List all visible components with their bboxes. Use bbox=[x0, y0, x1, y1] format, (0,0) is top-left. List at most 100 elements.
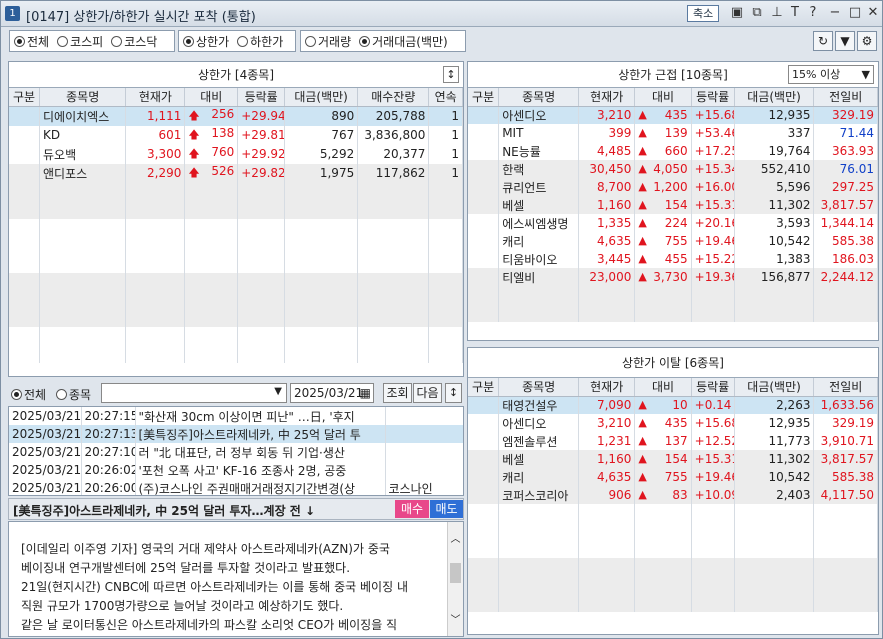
expand-icon[interactable]: ↕ bbox=[443, 66, 459, 83]
link-icon[interactable]: ▣ bbox=[729, 5, 745, 21]
radio-upper[interactable]: 상한가 bbox=[183, 33, 229, 50]
table-row[interactable] bbox=[9, 272, 463, 291]
dropdown-icon[interactable]: ▼ bbox=[835, 31, 855, 51]
stock-select[interactable]: ▼ bbox=[101, 383, 287, 403]
table-row[interactable] bbox=[9, 200, 463, 219]
close-icon[interactable]: ✕ bbox=[865, 5, 881, 21]
cell-empty bbox=[237, 218, 286, 237]
radio-kosdaq[interactable]: 코스닥 bbox=[111, 33, 157, 50]
copy-icon[interactable]: ⧉ bbox=[749, 5, 765, 21]
column-header[interactable]: 종목명 bbox=[498, 378, 580, 397]
table-row[interactable]: NE능률4,485▲660+17.2519,764363.93 bbox=[468, 142, 878, 160]
column-header[interactable]: 대비 bbox=[634, 378, 692, 397]
news-row[interactable]: 2025/03/21 20:26:02 '포천 오폭 사고' KF-16 조종사 2… bbox=[9, 461, 463, 479]
column-header[interactable]: 등락률 bbox=[691, 88, 735, 107]
column-header[interactable]: 등락률 bbox=[237, 88, 286, 107]
column-header[interactable]: 대금(백만) bbox=[734, 378, 815, 397]
radio-lower[interactable]: 하한가 bbox=[237, 33, 283, 50]
table-row[interactable] bbox=[9, 326, 463, 345]
table-row[interactable] bbox=[9, 218, 463, 237]
cell-name: 코퍼스코리아 bbox=[498, 486, 580, 504]
news-radio-stock[interactable]: 종목 bbox=[56, 386, 91, 403]
table-row[interactable]: 코퍼스코리아906▲83+10.092,4034,117.50 bbox=[468, 486, 878, 504]
table-row[interactable] bbox=[9, 344, 463, 363]
maximize-icon[interactable]: □ bbox=[847, 5, 863, 21]
column-header[interactable]: 종목명 bbox=[39, 88, 127, 107]
buy-button[interactable]: 매수 bbox=[395, 500, 429, 518]
table-row[interactable]: 앤디포스 2,290 🡅 526 +29.82 1,975 117,862 1 bbox=[9, 163, 463, 183]
table-row[interactable] bbox=[468, 594, 878, 612]
table-row[interactable] bbox=[468, 576, 878, 594]
column-header[interactable]: 현재가 bbox=[578, 378, 636, 397]
column-header[interactable]: 구분 bbox=[468, 88, 500, 107]
table-row[interactable]: 아센디오3,210▲435+15.6812,935329.19 bbox=[468, 414, 878, 432]
table-row[interactable]: 디에이치엑스 1,111 🡅 256 +29.94 890 205,788 1 bbox=[9, 106, 463, 126]
news-toolbar: 전체 종목 ▼ 2025/03/21 ▦ 조회 다음 ↕ bbox=[8, 381, 464, 405]
threshold-select[interactable]: 15% 이상 ▼ bbox=[788, 65, 874, 84]
calendar-icon[interactable]: ▦ bbox=[360, 384, 371, 402]
news-row[interactable]: 2025/03/21 20:27:13 [美특징주]아스트라제네카, 中 25억 달… bbox=[9, 425, 463, 443]
table-row[interactable]: 베셀1,160▲154+15.3111,3023,817.57 bbox=[468, 196, 878, 214]
radio-amount[interactable]: 거래대금(백만) bbox=[359, 33, 448, 50]
column-header[interactable]: 전일비 bbox=[813, 88, 878, 107]
table-row[interactable] bbox=[9, 254, 463, 273]
table-row[interactable] bbox=[9, 290, 463, 309]
article-scrollbar[interactable]: ︿ ﹀ bbox=[447, 522, 463, 636]
radio-all[interactable]: 전체 bbox=[14, 33, 49, 50]
table-row[interactable]: 캐리4,635▲755+19.4610,542585.38 bbox=[468, 468, 878, 486]
table-row[interactable]: 에스씨엠생명1,335▲224+20.163,5931,344.14 bbox=[468, 214, 878, 232]
column-header[interactable]: 전일비 bbox=[813, 378, 878, 397]
shrink-button[interactable]: 축소 bbox=[687, 5, 720, 22]
table-row[interactable]: 베셀1,160▲154+15.3111,3023,817.57 bbox=[468, 450, 878, 468]
minimize-icon[interactable]: − bbox=[827, 5, 843, 21]
column-header[interactable]: 구분 bbox=[468, 378, 500, 397]
table-row[interactable]: 티엘비23,000▲3,730+19.36156,8772,244.12 bbox=[468, 268, 878, 286]
news-row[interactable]: 2025/03/21 20:27:10 러 "北 대표단, 러 정부 회동 뒤 기업… bbox=[9, 443, 463, 461]
table-row[interactable]: 태영건설우 7,090 ▲ 10 +0.14 2,263 1,633.56 bbox=[468, 396, 878, 414]
table-row[interactable]: 듀오백 3,300 🡅 760 +29.92 5,292 20,377 1 bbox=[9, 144, 463, 164]
table-row[interactable]: MIT399▲139+53.4633771.44 bbox=[468, 124, 878, 142]
column-header[interactable]: 연속 bbox=[428, 88, 463, 107]
next-button[interactable]: 다음 bbox=[413, 383, 442, 403]
news-row[interactable]: 2025/03/21 20:27:15 "화산재 30cm 이상이면 피난" …日,… bbox=[9, 407, 463, 425]
table-row[interactable]: 큐리언트8,700▲1,200+16.005,596297.25 bbox=[468, 178, 878, 196]
table-row[interactable] bbox=[468, 504, 878, 522]
table-row[interactable]: 캐리4,635▲755+19.4610,542585.38 bbox=[468, 232, 878, 250]
settings-icon[interactable]: ⚙ bbox=[857, 31, 877, 51]
pin-icon[interactable]: ⊥ bbox=[769, 5, 785, 21]
query-button[interactable]: 조회 bbox=[383, 383, 412, 403]
table-row[interactable] bbox=[9, 308, 463, 327]
column-header[interactable]: 현재가 bbox=[125, 88, 186, 107]
table-row[interactable]: 엠젠솔루션1,231▲137+12.5211,7733,910.71 bbox=[468, 432, 878, 450]
font-icon[interactable]: T bbox=[787, 5, 803, 21]
table-row[interactable]: KD 601 🡅 138 +29.81 767 3,836,800 1 bbox=[9, 125, 463, 145]
date-field[interactable]: 2025/03/21 ▦ bbox=[290, 383, 374, 403]
table-row[interactable] bbox=[468, 540, 878, 558]
table-row[interactable] bbox=[468, 522, 878, 540]
table-row[interactable] bbox=[468, 304, 878, 322]
column-header[interactable]: 등락률 bbox=[691, 378, 735, 397]
table-row[interactable]: 티움바이오3,445▲455+15.221,383186.03 bbox=[468, 250, 878, 268]
table-row[interactable] bbox=[468, 286, 878, 304]
refresh-icon[interactable]: ↻ bbox=[813, 31, 833, 51]
column-header[interactable]: 대비 bbox=[184, 88, 239, 107]
news-radio-all[interactable]: 전체 bbox=[11, 386, 46, 403]
column-header[interactable]: 대비 bbox=[634, 88, 692, 107]
table-row[interactable] bbox=[468, 558, 878, 576]
radio-kospi[interactable]: 코스피 bbox=[57, 33, 103, 50]
column-header[interactable]: 현재가 bbox=[578, 88, 636, 107]
column-header[interactable]: 구분 bbox=[9, 88, 40, 107]
column-header[interactable]: 대금(백만) bbox=[734, 88, 815, 107]
sell-button[interactable]: 매도 bbox=[430, 500, 463, 518]
table-row[interactable]: 한랙30,450▲4,050+15.34552,41076.01 bbox=[468, 160, 878, 178]
table-row[interactable]: 아센디오3,210▲435+15.6812,935329.19 bbox=[468, 106, 878, 124]
news-row[interactable]: 2025/03/21 20:26:00 (주)코스나인 주권매매거래정지기간변경(상… bbox=[9, 479, 463, 495]
help-icon[interactable]: ? bbox=[805, 5, 821, 21]
table-row[interactable] bbox=[9, 236, 463, 255]
column-header[interactable]: 매수잔량 bbox=[357, 88, 430, 107]
column-header[interactable]: 종목명 bbox=[498, 88, 580, 107]
radio-volume[interactable]: 거래량 bbox=[305, 33, 351, 50]
expand-news-icon[interactable]: ↕ bbox=[445, 383, 462, 403]
table-row[interactable] bbox=[9, 182, 463, 201]
column-header[interactable]: 대금(백만) bbox=[284, 88, 359, 107]
